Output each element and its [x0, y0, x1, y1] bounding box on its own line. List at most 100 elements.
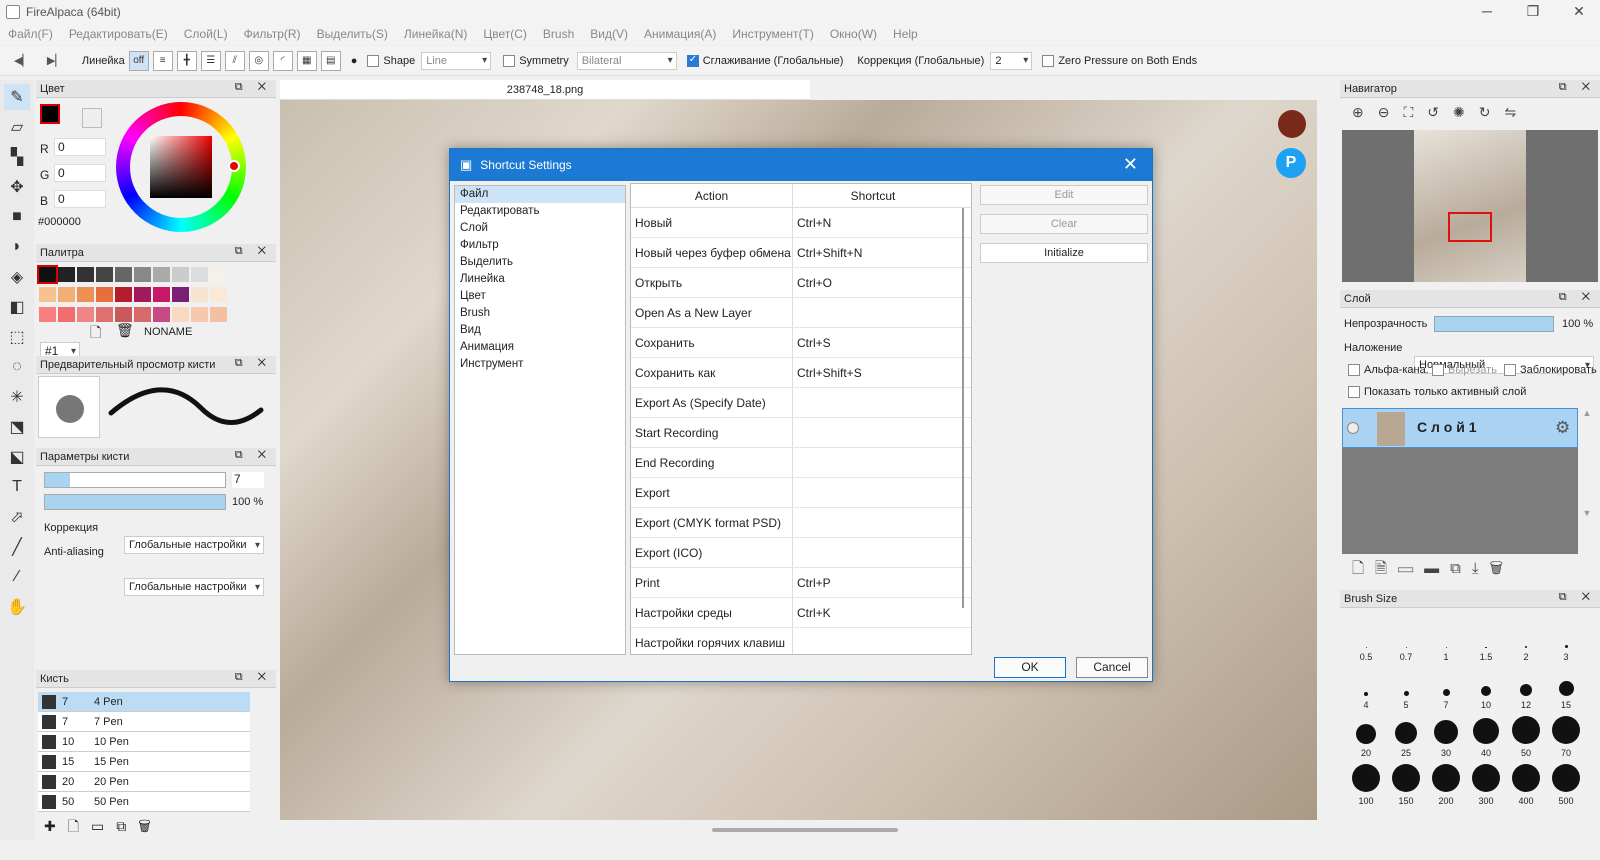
panel-controls-icon[interactable]: ⧉ ✕	[235, 81, 272, 94]
b-input[interactable]: 0	[54, 190, 106, 208]
text-tool-icon[interactable]: T	[4, 474, 30, 500]
brush-size-slider[interactable]	[44, 472, 226, 488]
brush-size-option[interactable]: 3	[1546, 614, 1586, 662]
clear-button[interactable]: Clear	[980, 214, 1148, 234]
panel-controls-icon[interactable]: ⧉ ✕	[1559, 81, 1596, 94]
hue-wheel[interactable]	[116, 102, 246, 232]
menu-brush[interactable]: Brush	[535, 27, 582, 41]
gradient-tool-icon[interactable]: ◗	[4, 234, 30, 260]
clip-option[interactable]: Вырезать	[1432, 364, 1497, 377]
brush-size-option[interactable]: 1	[1426, 614, 1466, 662]
lasso-select-icon[interactable]: ◌	[4, 354, 30, 380]
parallel-ruler-icon[interactable]: ≡	[152, 50, 173, 71]
list-item[interactable]: 7 7 Pen	[38, 712, 250, 732]
navigator-viewport[interactable]	[1448, 212, 1492, 242]
symmetry-checkbox[interactable]	[503, 54, 516, 67]
panel-controls-icon[interactable]: ⧉ ✕	[235, 357, 272, 370]
menu-filter[interactable]: Фильтр(R)	[236, 27, 309, 41]
hand-tool-icon[interactable]: ✋	[4, 594, 30, 620]
select-pen-icon[interactable]: ⬔	[4, 414, 30, 440]
layer-actions[interactable]: 🗋🗎▭▬⧉⤓🗑	[1352, 558, 1514, 583]
category-item[interactable]: Анимация	[455, 339, 625, 356]
panel-controls-icon[interactable]: ⧉ ✕	[235, 449, 272, 462]
palette-swatches[interactable]	[37, 265, 238, 326]
dialog-close-icon[interactable]: ✕	[1123, 154, 1138, 175]
list-item[interactable]: 50 50 Pen	[38, 792, 250, 812]
saturation-square[interactable]	[150, 136, 212, 198]
move-tool-icon[interactable]: ✥	[4, 174, 30, 200]
dot-icon[interactable]: ●	[351, 55, 358, 67]
r-input[interactable]: 0	[54, 138, 106, 156]
ok-button[interactable]: OK	[994, 657, 1066, 678]
table-row[interactable]: Start Recording	[631, 418, 971, 448]
category-item[interactable]: Линейка	[455, 271, 625, 288]
curve-ruler-icon[interactable]: ◜	[272, 50, 293, 71]
table-row[interactable]: Настройки среды Ctrl+K	[631, 598, 971, 628]
select-eraser-icon[interactable]: ⬕	[4, 444, 30, 470]
lock-option[interactable]: Заблокировать	[1504, 364, 1597, 377]
brush-size-option[interactable]: 30	[1426, 710, 1466, 758]
table-row[interactable]: Новый через буфер обмена Ctrl+Shift+N	[631, 238, 971, 268]
table-row[interactable]: Open As a New Layer	[631, 298, 971, 328]
dot-tool-icon[interactable]: ▚	[4, 144, 30, 170]
brush-size-grid[interactable]: 0.5 0.7 1 1.5 2 3 4 5 7 10 12 15 20 25 30 40 50 70 100 150 2…	[1346, 614, 1586, 806]
eraser-tool-icon[interactable]: ▱	[4, 114, 30, 140]
navigator-preview[interactable]	[1342, 130, 1598, 282]
initialize-button[interactable]: Initialize	[980, 243, 1148, 263]
brush-size-option[interactable]: 150	[1386, 758, 1426, 806]
visibility-icon[interactable]	[1347, 422, 1359, 434]
horizontal-scrollbar[interactable]	[712, 828, 898, 832]
list-item[interactable]: 10 10 Pen	[38, 732, 250, 752]
cross-ruler-icon[interactable]: ╋	[176, 50, 197, 71]
table-row[interactable]: Новый Ctrl+N	[631, 208, 971, 238]
list-item[interactable]: 15 15 Pen	[38, 752, 250, 772]
pen-tool-icon[interactable]: ✎	[4, 84, 30, 110]
panel-controls-icon[interactable]: ⧉ ✕	[1559, 591, 1596, 604]
brush-size-option[interactable]: 2	[1506, 614, 1546, 662]
layer-opacity-slider[interactable]	[1434, 316, 1554, 332]
next-icon[interactable]: ▶▏	[47, 54, 64, 67]
brush-size-option[interactable]: 25	[1386, 710, 1426, 758]
table-row[interactable]: Export (ICO)	[631, 538, 971, 568]
category-item[interactable]: Brush	[455, 305, 625, 322]
brush-size-option[interactable]: 20	[1346, 710, 1386, 758]
list-item[interactable]: 7 4 Pen	[38, 692, 250, 712]
alpha-lock-option[interactable]: Альфа-кана.	[1348, 364, 1429, 377]
menu-view[interactable]: Вид(V)	[582, 27, 636, 41]
operation-tool-icon[interactable]: ⬀	[4, 504, 30, 530]
brush-size-value[interactable]: 7	[232, 472, 264, 488]
category-item[interactable]: Редактировать	[455, 203, 625, 220]
brush-correction-select[interactable]: Глобальные настройки	[124, 536, 264, 554]
list-item[interactable]: 20 20 Pen	[38, 772, 250, 792]
brush-size-option[interactable]: 0.7	[1386, 614, 1426, 662]
layer-settings-gear-icon[interactable]: ⚙	[1555, 418, 1570, 438]
menu-color[interactable]: Цвет(C)	[475, 27, 535, 41]
hue-handle[interactable]	[228, 160, 240, 172]
brush-size-option[interactable]: 300	[1466, 758, 1506, 806]
menu-window[interactable]: Окно(W)	[822, 27, 885, 41]
eyedropper-icon[interactable]: ⁄	[4, 564, 30, 590]
panel-controls-icon[interactable]: ⧉ ✕	[235, 671, 272, 684]
category-item[interactable]: Вид	[455, 322, 625, 339]
prev-icon[interactable]: ◀▏	[14, 54, 31, 67]
navigator-tools[interactable]: ⊕⊖⛶↺✺↻⇋	[1352, 104, 1530, 121]
brush-size-option[interactable]: 5	[1386, 662, 1426, 710]
table-scrollbar[interactable]	[962, 208, 970, 608]
concentric-ruler-icon[interactable]: ◎	[248, 50, 269, 71]
category-item[interactable]: Фильтр	[455, 237, 625, 254]
table-row[interactable]: Export As (Specify Date)	[631, 388, 971, 418]
menu-help[interactable]: Help	[885, 27, 926, 41]
layer-row[interactable]: С л о й 1 ⚙	[1342, 408, 1578, 448]
symmetry-select[interactable]: Bilateral	[576, 51, 677, 70]
antialias-select[interactable]: Глобальные настройки	[124, 578, 264, 596]
brush-opacity-slider[interactable]	[44, 494, 226, 510]
brush-size-option[interactable]: 40	[1466, 710, 1506, 758]
brush-size-option[interactable]: 0.5	[1346, 614, 1386, 662]
layer-scrollbar[interactable]: ▲ ▼	[1580, 408, 1594, 554]
grid2-ruler-icon[interactable]: ▤	[320, 50, 341, 71]
menu-edit[interactable]: Редактировать(E)	[61, 27, 176, 41]
table-row[interactable]: Export (CMYK format PSD)	[631, 508, 971, 538]
magic-wand-icon[interactable]: ✳	[4, 384, 30, 410]
brush-size-option[interactable]: 200	[1426, 758, 1466, 806]
new-palette-icon[interactable]: 🗋	[90, 322, 101, 346]
